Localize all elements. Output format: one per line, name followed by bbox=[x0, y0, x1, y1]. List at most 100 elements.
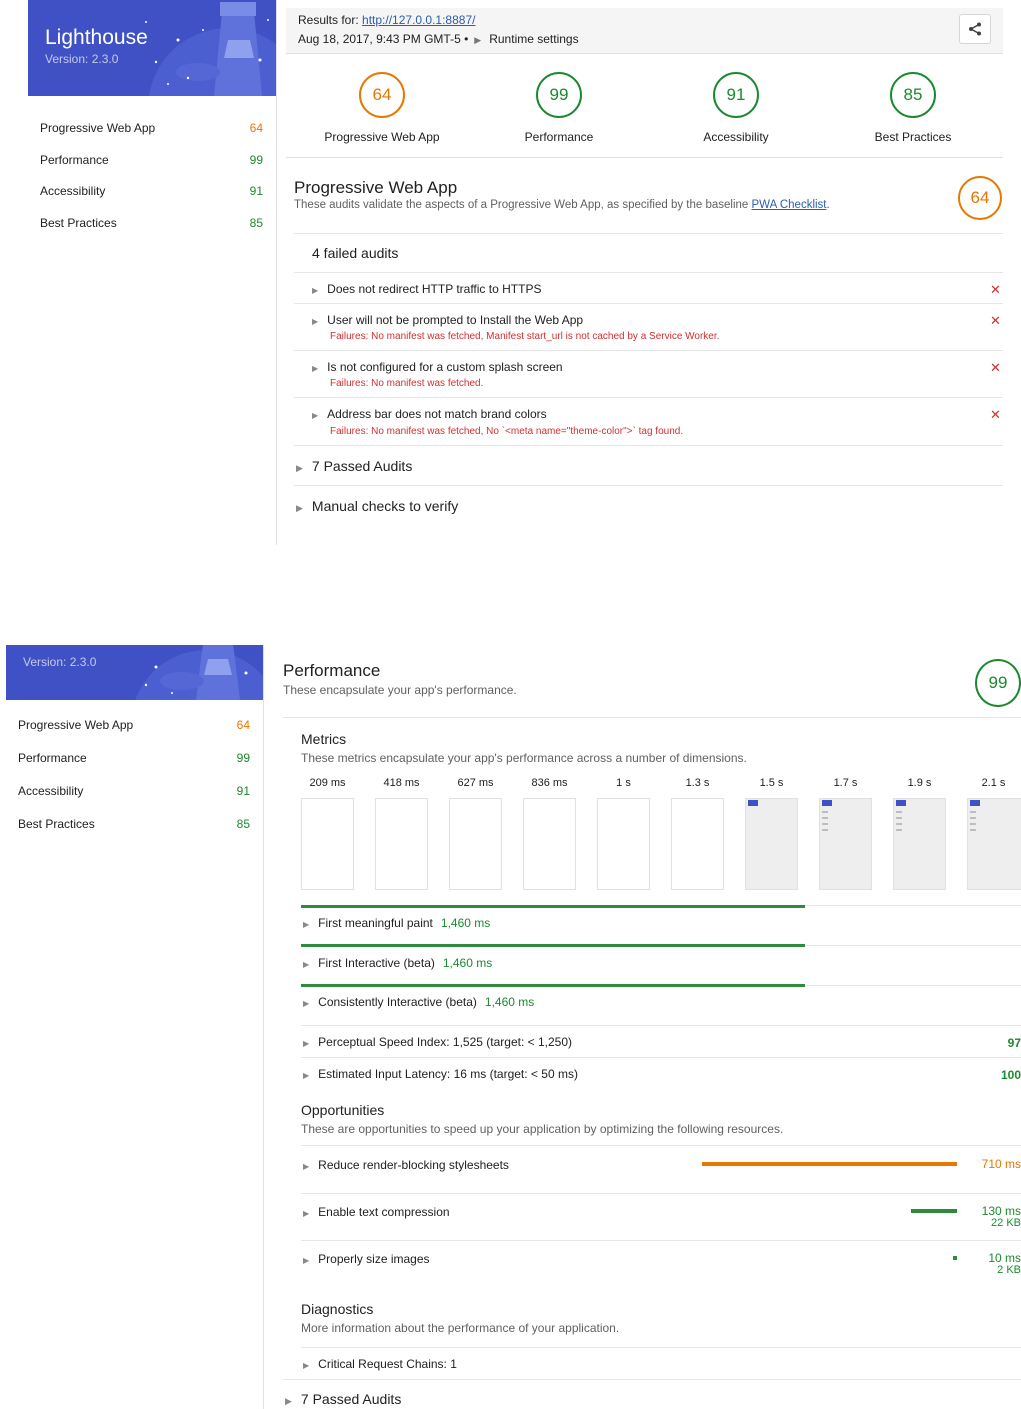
opportunity-bar bbox=[953, 1256, 957, 1260]
diagnostics-title: Diagnostics bbox=[301, 1301, 374, 1317]
divider bbox=[283, 1379, 1021, 1380]
sidebar-item-performance[interactable]: Performance 99 bbox=[6, 742, 263, 775]
opportunity-render-blocking[interactable]: ▶ Reduce render-blocking stylesheets bbox=[303, 1158, 509, 1172]
frame-time: 1 s bbox=[616, 777, 631, 789]
opportunity-size-images[interactable]: ▶ Properly size images bbox=[303, 1252, 430, 1266]
diagnostic-critical-chains[interactable]: ▶ Critical Request Chains: 1 bbox=[303, 1357, 457, 1371]
metric-value: 1,460 ms bbox=[442, 956, 493, 970]
divider bbox=[294, 233, 1003, 234]
caret-right-icon: ▶ bbox=[303, 1256, 310, 1265]
sidebar-nav: Progressive Web App 64 Performance 99 Acce… bbox=[28, 113, 276, 239]
gauge-label: Performance bbox=[524, 130, 594, 144]
caret-right-icon: ▶ bbox=[303, 1039, 310, 1048]
frame-time: 836 ms bbox=[531, 777, 568, 789]
divider bbox=[301, 1193, 1021, 1194]
metric-first-meaningful-paint[interactable]: ▶ First meaningful paint 1,460 ms bbox=[303, 916, 490, 930]
score: 85 bbox=[249, 215, 263, 230]
score: 64 bbox=[236, 718, 250, 732]
caret-right-icon: ▶ bbox=[303, 1361, 310, 1370]
frame-time: 2.1 s bbox=[981, 777, 1006, 789]
metric-input-latency[interactable]: ▶ Estimated Input Latency: 16 ms (target:… bbox=[303, 1067, 578, 1081]
sidebar-item-accessibility[interactable]: Accessibility 91 bbox=[6, 775, 263, 808]
lighthouse-banner: Lighthouse Version: 2.3.0 bbox=[28, 0, 276, 96]
divider bbox=[294, 485, 1003, 486]
divider bbox=[294, 303, 1003, 304]
metrics-description: These metrics encapsulate your app's per… bbox=[301, 751, 747, 765]
gauge-label: Best Practices bbox=[874, 130, 952, 144]
share-icon bbox=[969, 22, 981, 36]
frame-time: 1.9 s bbox=[907, 777, 932, 789]
lighthouse-illustration-icon bbox=[135, 645, 263, 700]
gauge-accessibility[interactable]: 91 Accessibility bbox=[651, 72, 821, 144]
audit-score: 100 bbox=[1000, 1068, 1021, 1082]
audit-theme-color[interactable]: ▶ Address bar does not match brand colors bbox=[312, 407, 547, 421]
gauge-best-practices[interactable]: 85 Best Practices bbox=[828, 72, 998, 144]
report-header: Results for: http://127.0.0.1:8887/ Aug … bbox=[286, 8, 1003, 54]
report-pwa-view: Lighthouse Version: 2.3.0 Progressive We… bbox=[0, 0, 1021, 545]
audit-install-prompt[interactable]: ▶ User will not be prompted to Install th… bbox=[312, 313, 583, 327]
caret-right-icon: ▶ bbox=[303, 1209, 310, 1218]
metrics-title: Metrics bbox=[301, 731, 347, 747]
pwa-checklist-link[interactable]: PWA Checklist bbox=[752, 199, 827, 211]
audit-failure-detail: Failures: No manifest was fetched, No `<… bbox=[330, 426, 684, 437]
metric-consistently-interactive[interactable]: ▶ Consistently Interactive (beta) 1,460 ms bbox=[303, 995, 534, 1009]
score: 99 bbox=[249, 152, 263, 167]
audit-score: 97 bbox=[1007, 1036, 1021, 1050]
passed-audits-toggle[interactable]: ▶ 7 Passed Audits bbox=[285, 1391, 401, 1407]
fail-icon: ✕ bbox=[990, 360, 1001, 375]
gauge-pwa[interactable]: 64 Progressive Web App bbox=[297, 72, 467, 144]
divider bbox=[294, 397, 1003, 398]
metric-timeline-bar bbox=[301, 944, 805, 947]
audit-splash-screen[interactable]: ▶ Is not configured for a custom splash s… bbox=[312, 360, 563, 374]
performance-section-title: Performance bbox=[283, 661, 381, 680]
score: 91 bbox=[249, 184, 263, 198]
audit-failure-detail: Failures: No manifest was fetched. bbox=[330, 378, 484, 389]
lighthouse-banner: Version: 2.3.0 bbox=[6, 645, 263, 700]
score: 91 bbox=[236, 784, 250, 798]
metric-timeline-bar bbox=[301, 984, 805, 987]
fail-icon: ✕ bbox=[990, 313, 1001, 328]
filmstrip-frame bbox=[597, 798, 650, 890]
gauge-label: Progressive Web App bbox=[324, 130, 440, 144]
runtime-settings[interactable]: Runtime settings bbox=[489, 32, 578, 46]
app-title: Lighthouse bbox=[45, 26, 148, 49]
results-url-link[interactable]: http://127.0.0.1:8887/ bbox=[362, 13, 475, 27]
sidebar-item-pwa[interactable]: Progressive Web App 64 bbox=[28, 113, 276, 145]
filmstrip-frame bbox=[523, 798, 576, 890]
filmstrip-frame bbox=[745, 798, 798, 890]
manual-checks-toggle[interactable]: ▶ Manual checks to verify bbox=[296, 498, 458, 514]
metric-first-interactive[interactable]: ▶ First Interactive (beta) 1,460 ms bbox=[303, 956, 492, 970]
diagnostics-description: More information about the performance o… bbox=[301, 1321, 620, 1335]
gauge-performance[interactable]: 99 Performance bbox=[474, 72, 644, 144]
divider bbox=[301, 1145, 1021, 1146]
sidebar-item-best-practices[interactable]: Best Practices 85 bbox=[28, 208, 276, 240]
metric-speed-index[interactable]: ▶ Perceptual Speed Index: 1,525 (target: … bbox=[303, 1035, 572, 1049]
caret-right-icon: ▶ bbox=[303, 1071, 310, 1080]
filmstrip-frame bbox=[449, 798, 502, 890]
sidebar-item-performance[interactable]: Performance 99 bbox=[28, 145, 276, 177]
report-performance-view: Version: 2.3.0 Progressive Web App 64 Per… bbox=[0, 645, 1021, 1409]
audit-failure-detail: Failures: No manifest was fetched, Manif… bbox=[330, 331, 720, 342]
caret-right-icon: ▶ bbox=[303, 999, 310, 1008]
opportunity-text-compression[interactable]: ▶ Enable text compression bbox=[303, 1205, 450, 1219]
divider bbox=[301, 1025, 1021, 1026]
sidebar-item-accessibility[interactable]: Accessibility 91 bbox=[28, 176, 276, 208]
caret-right-icon: ▶ bbox=[303, 1162, 310, 1171]
audit-https-redirect[interactable]: ▶ Does not redirect HTTP traffic to HTTPS bbox=[312, 282, 541, 296]
opportunity-value: 710 ms bbox=[981, 1157, 1021, 1171]
sidebar-item-pwa[interactable]: Progressive Web App 64 bbox=[6, 709, 263, 742]
caret-right-icon: ▶ bbox=[312, 317, 319, 326]
performance-section-description: These encapsulate your app's performance… bbox=[283, 683, 517, 697]
opportunities-description: These are opportunities to speed up your… bbox=[301, 1122, 784, 1136]
divider bbox=[301, 1240, 1021, 1241]
score: 85 bbox=[236, 817, 250, 831]
pwa-section-description: These audits validate the aspects of a P… bbox=[294, 199, 830, 211]
results-for: Results for: http://127.0.0.1:8887/ bbox=[298, 13, 476, 27]
passed-audits-toggle[interactable]: ▶ 7 Passed Audits bbox=[296, 458, 412, 474]
opportunities-title: Opportunities bbox=[301, 1102, 385, 1118]
caret-right-icon: ▶ bbox=[303, 920, 310, 929]
gauge-ring: 85 bbox=[890, 72, 936, 118]
sidebar-item-best-practices[interactable]: Best Practices 85 bbox=[6, 808, 263, 841]
opportunity-bar bbox=[911, 1209, 957, 1213]
share-button[interactable] bbox=[959, 14, 991, 44]
